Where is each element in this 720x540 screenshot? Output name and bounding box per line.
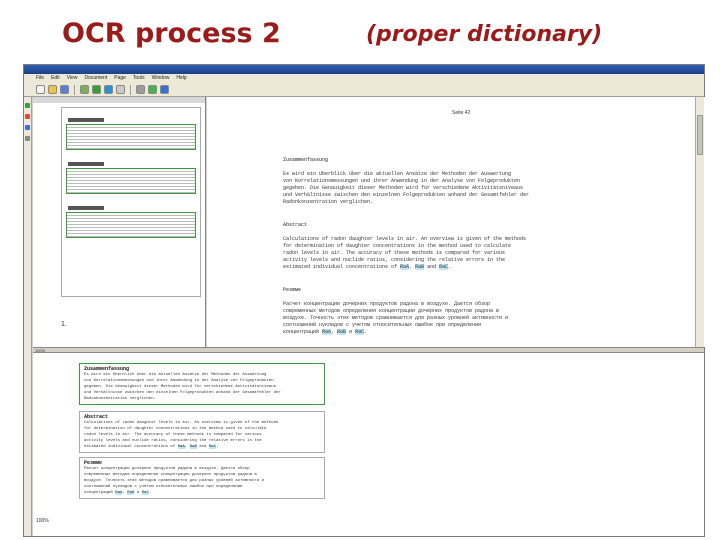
page-number: Seite 42 <box>452 110 471 116</box>
blue-tool-icon[interactable] <box>160 85 169 94</box>
zoom-level-footer[interactable]: 100% <box>36 518 49 524</box>
picture-block-tool-icon[interactable] <box>25 114 30 119</box>
page-image-heading <box>68 118 104 122</box>
recognized-block-3[interactable] <box>66 212 196 238</box>
menu-file[interactable]: File <box>36 74 44 83</box>
text-line: концентраций RaA, RaB и RaC. <box>283 329 368 335</box>
text-line: for determination of daughter concentrat… <box>283 243 512 249</box>
menu-help[interactable]: Help <box>176 74 186 83</box>
text-line: activity levels and nuclide ratios, cons… <box>283 257 506 263</box>
image-pane-header <box>33 97 205 103</box>
text-line: воздухе. Точность этих методов сравнивае… <box>283 315 509 321</box>
text-line: estimated individual concentrations of R… <box>283 264 452 270</box>
text-block-tool-icon[interactable] <box>25 103 30 108</box>
open-icon[interactable] <box>48 85 57 94</box>
text-line: Es wird ein Überblick über die aktuellen… <box>283 171 512 177</box>
toolbar-separator <box>74 84 75 95</box>
read-icon[interactable] <box>92 85 101 94</box>
text-line: соотношений нуклидов с учетом относитель… <box>283 322 482 328</box>
text-editor-pane[interactable]: Seite 42 Zusammenfassung Es wird ein Über… <box>207 97 706 347</box>
zoomed-block-1[interactable]: Zusammenfassung Es wird ein Überblick übe… <box>79 363 325 405</box>
menu-edit[interactable]: Edit <box>51 74 60 83</box>
zoomed-line: Radonkonzentration verglichen. <box>84 397 157 401</box>
select-tool-icon[interactable] <box>25 136 30 141</box>
text-line: Расчет концентрации дочерних продуктов р… <box>283 301 491 307</box>
menu-view[interactable]: View <box>67 74 78 83</box>
menu-page[interactable]: Page <box>114 74 126 83</box>
menu-tools[interactable]: Tools <box>133 74 145 83</box>
green-tool-icon[interactable] <box>148 85 157 94</box>
save-icon[interactable] <box>60 85 69 94</box>
page-footer-text: 1. <box>61 321 67 328</box>
new-icon[interactable] <box>36 85 45 94</box>
slide: OCR process 2 (proper dictionary) File Ed… <box>0 0 720 540</box>
zoomed-block-2[interactable]: Abstract Calculations of radon daughter l… <box>79 411 325 453</box>
menu-window[interactable]: Window <box>152 74 170 83</box>
menu-document[interactable]: Document <box>84 74 107 83</box>
table-block-tool-icon[interactable] <box>25 125 30 130</box>
check-icon[interactable] <box>104 85 113 94</box>
text-line: und Verhältnisse zwischen den einzelnen … <box>283 192 530 198</box>
slide-title: OCR process 2 <box>62 18 281 49</box>
zoomed-line: estimated individual concentrations of R… <box>84 445 219 449</box>
page-image[interactable] <box>61 107 201 297</box>
left-tool-strip <box>24 97 32 536</box>
vertical-scrollbar[interactable] <box>695 97 704 347</box>
text-line: Calculations of radon daughter levels in… <box>283 236 527 242</box>
settings-icon[interactable] <box>136 85 145 94</box>
image-pane: 1. <box>33 97 206 347</box>
window-titlebar[interactable] <box>24 65 704 74</box>
recognized-block-1[interactable] <box>66 124 196 150</box>
scrollbar-thumb[interactable] <box>697 115 703 155</box>
text-line: gegeben. Die Genauigkeit dieser Methoden… <box>283 185 524 191</box>
slide-subtitle: (proper dictionary) <box>366 22 603 47</box>
menu-bar: File Edit View Document Page Tools Window Help <box>24 74 704 83</box>
zoom-icon[interactable] <box>116 85 125 94</box>
recognized-block-2[interactable] <box>66 168 196 194</box>
page-image-heading <box>68 206 104 210</box>
recognized-text[interactable]: Zusammenfassung Es wird ein Überblick übe… <box>283 157 609 336</box>
text-line: radon levels in air. The accuracy of the… <box>283 250 506 256</box>
text-line: современных методов определения концентр… <box>283 308 500 314</box>
zoomed-line: концентраций RaA, RaB и RaC. <box>84 491 152 495</box>
toolbar-separator <box>130 84 131 95</box>
zoom-pane: 100% Zusammenfassung Es wird ein Überblic… <box>33 353 704 536</box>
text-line: von Korrelationsmessungen und ihrer Anwe… <box>283 178 521 184</box>
zoomed-block-3[interactable]: Резюме Расчет концентрации дочерних проду… <box>79 457 325 499</box>
page-image-heading <box>68 162 104 166</box>
scan-icon[interactable] <box>80 85 89 94</box>
text-line: Radonkonzentration verglichen. <box>283 199 374 205</box>
ocr-application-window: File Edit View Document Page Tools Window Help … <box>23 64 706 537</box>
toolbar <box>24 83 704 97</box>
